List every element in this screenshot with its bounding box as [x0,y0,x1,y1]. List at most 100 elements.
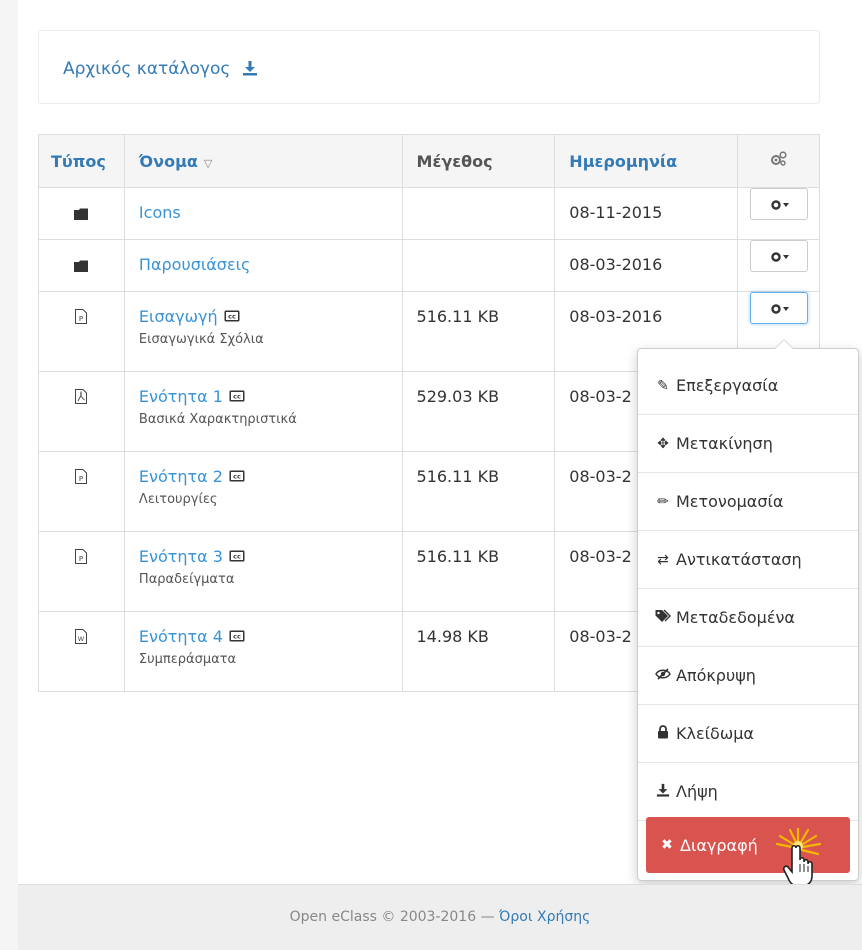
menu-item-label: Λήψη [676,782,718,801]
file-size: 516.11 KB [416,467,500,486]
actions-dropdown-button-open[interactable] [749,292,808,324]
file-date: 08-11-2015 [569,203,663,222]
menu-item-move[interactable]: ✥ Μετακίνηση [638,415,858,473]
menu-item-label: Κλείδωμα [676,724,754,743]
times-icon: ✖ [661,837,673,853]
date-cell: 08-11-2015 [554,187,739,240]
svg-text:P: P [79,475,83,483]
header-name-label: Όνομα [138,151,198,171]
size-cell: 516.11 KB [401,291,556,372]
file-size: 14.98 KB [416,627,489,646]
eye-slash-icon [654,667,672,684]
header-size[interactable]: Μέγεθος [401,134,556,188]
svg-text:cc: cc [233,633,241,641]
menu-item-download[interactable]: Λήψη [638,763,858,821]
file-size: 529.03 KB [416,387,500,406]
name-cell: Ενότητα 4 cc Συμπεράσματα [123,611,403,692]
file-date: 08-03-2 [569,547,632,566]
file-description: Εισαγωγικά Σχόλια [138,332,264,347]
file-description: Συμπεράσματα [138,652,237,667]
file-name: Ενότητα 1 [138,387,223,406]
file-description: Λειτουργίες [138,492,218,507]
file-date: 08-03-2 [569,627,632,646]
menu-item-label: Μετονομασία [676,492,784,511]
file-name-link[interactable]: Ενότητα 3 cc [139,547,245,566]
pencil-icon: ✏ [657,493,669,510]
file-name-link[interactable]: Icons [139,203,181,222]
file-name-link[interactable]: Ενότητα 2 cc [139,467,245,486]
download-icon [654,783,672,801]
file-description: Βασικά Χαρακτηριστικά [138,412,297,427]
sort-caret-icon: ▽ [203,156,213,170]
footer: Open eClass © 2003-2016 — Όροι Χρήσης [18,884,862,950]
powerpoint-file-icon: P [75,469,88,488]
name-cell: Icons [123,187,403,240]
type-cell: P [38,451,125,532]
move-icon: ✥ [657,435,669,452]
file-date: 08-03-2016 [569,255,663,274]
menu-item-replace[interactable]: ⇄ Αντικατάσταση [638,531,858,589]
table-row: Παρουσιάσεις 08-03-2016 [38,239,820,292]
file-name-link[interactable]: Εισαγωγή cc [139,307,240,326]
size-cell [401,239,556,292]
menu-item-metadata[interactable]: Μεταδεδομένα [638,589,858,647]
svg-text:W: W [78,635,85,643]
file-size: 516.11 KB [416,547,500,566]
breadcrumb-root-link[interactable]: Αρχικός κατάλογος [63,59,258,81]
lock-icon [654,724,672,743]
table-row: Icons 08-11-2015 [38,187,820,240]
actions-dropdown-button[interactable] [749,240,808,272]
name-cell: Παρουσιάσεις [123,239,403,292]
menu-item-edit[interactable]: ✎ Επεξεργασία [638,357,858,415]
footer-terms-link[interactable]: Όροι Χρήσης [499,909,590,925]
actions-cell [737,239,820,292]
file-date: 08-03-2 [569,467,632,486]
header-name[interactable]: Όνομα ▽ [123,134,403,188]
name-cell: Ενότητα 1 cc Βασικά Χαρακτηριστικά [123,371,403,452]
download-icon[interactable] [242,60,258,81]
tags-icon [654,609,672,627]
file-name-link[interactable]: Ενότητα 4 cc [139,627,245,646]
header-type[interactable]: Τύπος [38,134,125,188]
svg-text:P: P [79,555,83,563]
menu-item-label: Μετακίνηση [676,434,773,453]
menu-item-label: Μεταδεδομένα [676,608,795,627]
file-name: Ενότητα 3 [138,547,223,566]
date-cell: 08-03-2016 [554,239,739,292]
file-name-link[interactable]: Ενότητα 1 cc [139,387,245,406]
powerpoint-file-icon: P [75,549,88,568]
type-cell [38,187,125,240]
file-name-link[interactable]: Παρουσιάσεις [139,255,250,274]
cc-license-icon: cc [229,387,245,406]
edit-icon: ✎ [657,377,669,394]
word-file-icon: W [75,629,88,648]
svg-text:cc: cc [233,473,241,481]
cc-license-icon: cc [229,627,245,646]
size-cell: 14.98 KB [401,611,556,692]
actions-dropdown-menu: ✎ Επεξεργασία ✥ Μετακίνηση ✏ Μετονομασία ⇄ Α… [637,339,859,881]
type-cell [38,371,125,452]
menu-item-label: Διαγραφή [680,835,758,855]
exchange-icon: ⇄ [657,551,669,568]
table-header-row: Τύπος Όνομα ▽ Μέγεθος Ημερομηνία [38,134,820,188]
file-date: 08-03-2 [569,387,632,406]
menu-item-label: Αντικατάσταση [676,550,802,569]
svg-text:cc: cc [233,553,241,561]
breadcrumb-panel: Αρχικός κατάλογος [38,30,820,104]
size-cell: 516.11 KB [401,451,556,532]
cc-license-icon: cc [229,467,245,486]
type-cell [38,239,125,292]
menu-item-hide[interactable]: Απόκρυψη [638,647,858,705]
menu-item-rename[interactable]: ✏ Μετονομασία [638,473,858,531]
file-name: Ενότητα 2 [138,467,223,486]
actions-dropdown-button[interactable] [749,188,808,220]
menu-item-lock[interactable]: Κλείδωμα [638,705,858,763]
powerpoint-file-icon: P [75,309,88,328]
file-date: 08-03-2016 [569,307,663,326]
menu-item-label: Επεξεργασία [676,376,779,395]
folder-icon [74,257,89,276]
header-date[interactable]: Ημερομηνία [554,134,739,188]
file-name: Ενότητα 4 [138,627,223,646]
type-cell: W [38,611,125,692]
breadcrumb-label: Αρχικός κατάλογος [63,59,231,79]
